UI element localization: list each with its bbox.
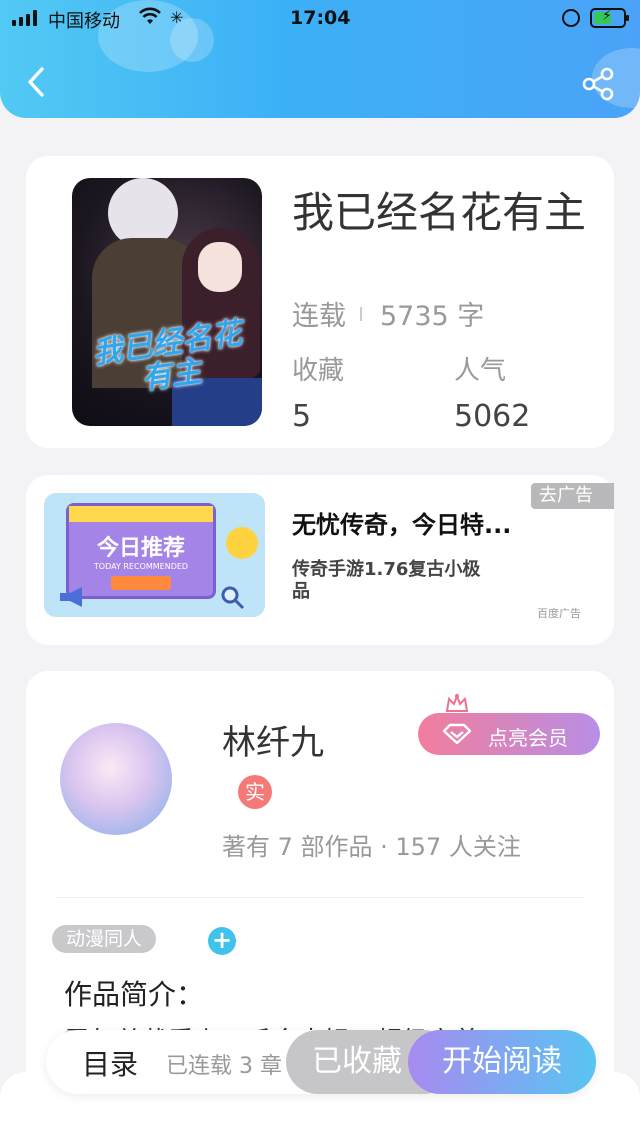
status-bar: 中国移动 ✳ 17:04 ⚡ [0, 0, 640, 38]
favorites-label: 收藏 [292, 356, 345, 386]
toc-button[interactable]: 目录 [82, 1043, 138, 1083]
verified-badge: 实 [238, 775, 272, 809]
crown-icon [445, 693, 469, 712]
megaphone-icon [60, 587, 82, 607]
rotation-lock-icon [562, 9, 580, 27]
favorites-stat: 收藏 5 [292, 350, 344, 434]
popularity-label: 人气 [454, 356, 507, 386]
book-cover[interactable]: 我已经名花有主 [72, 178, 262, 426]
author-name[interactable]: 林纤九 [222, 715, 324, 764]
ad-window-bar [69, 506, 213, 522]
diamond-icon [442, 723, 472, 745]
book-info-card: 我已经名花有主 我已经名花有主 连载 5735 字 收藏 5 人气 5062 [26, 156, 614, 448]
serial-info: 已连载 3 章 [166, 1054, 282, 1079]
serial-status: 连载 [292, 301, 346, 332]
author-card: 林纤九 点亮会员 实 著有 7 部作品 · 157 人关注 动漫同人 + 作品简… [26, 671, 614, 1091]
divider [360, 306, 362, 321]
book-meta: 连载 5735 字 [292, 294, 484, 333]
ad-description: 传奇手游1.76复古小极品 [292, 559, 481, 602]
magnifier-icon [221, 586, 245, 610]
author-avatar[interactable] [60, 723, 172, 835]
author-works-info: 著有 7 部作品 · 157 人关注 [222, 833, 521, 861]
ad-image[interactable]: 今日推荐 TODAY RECOMMENDED [44, 493, 265, 617]
clock: 17:04 [290, 7, 351, 29]
cover-figure [198, 242, 242, 292]
wifi-icon [139, 7, 161, 24]
ad-title[interactable]: 无忧传奇，今日特... [292, 505, 511, 540]
ad-source: 百度广告 [537, 607, 581, 620]
bottom-action-bar: 目录 已连载 3 章 已收藏 开始阅读 [46, 1030, 596, 1094]
vip-button-label: 点亮会员 [488, 726, 568, 750]
remove-ad-label: 去广告 [539, 485, 593, 506]
ad-image-button [111, 576, 171, 590]
genre-tag[interactable]: 动漫同人 [52, 925, 157, 953]
popularity-stat: 人气 5062 [454, 350, 530, 434]
book-detail-page: 中国移动 ✳ 17:04 ⚡ 我已经名花有主 我已经名花有主 连载 5735 字… [0, 0, 640, 1139]
loading-icon: ✳ [170, 8, 184, 27]
carrier-label: 中国移动 [48, 11, 120, 32]
ad-image-subtext: TODAY RECOMMENDED [93, 562, 189, 571]
start-reading-button[interactable]: 开始阅读 [408, 1030, 596, 1094]
header: 中国移动 ✳ 17:04 ⚡ [0, 0, 640, 118]
ad-card[interactable]: 今日推荐 TODAY RECOMMENDED 无忧传奇，今日特... 传奇手游1… [26, 475, 614, 645]
book-title: 我已经名花有主 [292, 188, 587, 237]
chevron-left-icon[interactable] [22, 64, 52, 100]
word-count: 5735 字 [380, 301, 485, 332]
charging-icon: ⚡ [602, 8, 612, 24]
ad-window-graphic: 今日推荐 TODAY RECOMMENDED [66, 503, 216, 599]
share-icon[interactable] [580, 66, 616, 102]
ad-image-text: 今日推荐 [96, 536, 185, 561]
planet-icon [226, 527, 258, 559]
signal-icon [12, 10, 37, 26]
popularity-value: 5062 [454, 399, 531, 434]
intro-label: 作品简介： [64, 978, 205, 1011]
divider [56, 897, 584, 898]
add-tag-button[interactable]: + [208, 927, 236, 955]
battery-icon: ⚡ [590, 8, 629, 28]
remove-ad-button[interactable]: 去广告 ˅ [531, 483, 614, 532]
favorites-value: 5 [292, 399, 312, 434]
vip-button[interactable]: 点亮会员 [418, 713, 600, 755]
